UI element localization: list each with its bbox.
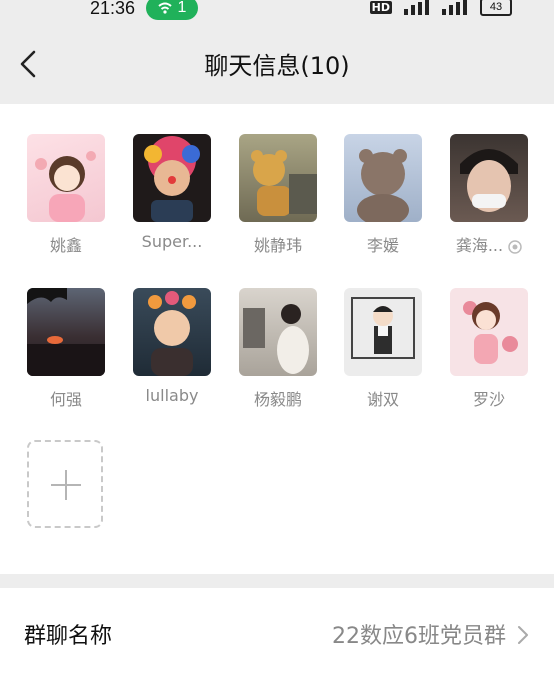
member-name: 何强	[49, 390, 82, 409]
members-grid: 姚鑫 Super... 姚静玮 李媛 龚海... 何强 lullaby 杨毅鹏 …	[0, 104, 554, 574]
section-divider	[0, 574, 554, 588]
header: 聊天信息(10)	[0, 22, 554, 104]
status-icons: HD 43	[369, 0, 512, 16]
battery-icon: 43	[480, 0, 512, 16]
muted-icon	[508, 239, 522, 254]
member-item[interactable]: lullaby	[127, 288, 217, 405]
flower-girl-avatar	[133, 288, 211, 376]
member-name: 姚静玮	[253, 236, 302, 255]
member-name: 龚海...	[444, 232, 534, 256]
cartoon-boy-avatar	[344, 288, 422, 376]
page-title: 聊天信息(10)	[204, 52, 350, 80]
add-member-button[interactable]	[27, 440, 103, 528]
hd-icon: HD	[369, 0, 392, 14]
cartoon-girl-pink-avatar	[450, 288, 528, 376]
group-name-value: 22数应6班党员群	[332, 624, 506, 649]
boy-photo-avatar	[450, 134, 528, 222]
status-time: 21:36	[90, 0, 136, 18]
girl-photo-avatar	[239, 288, 317, 376]
chevron-right-icon	[518, 626, 528, 644]
sunset-avatar	[27, 288, 105, 376]
status-bar: 21:36 1 HD 43	[0, 0, 554, 22]
member-item[interactable]: 杨毅鹏	[233, 288, 323, 410]
member-item[interactable]: 姚静玮	[233, 134, 323, 256]
cartoon-girl-avatar	[27, 134, 105, 222]
member-name: 姚鑫	[49, 236, 82, 255]
member-item[interactable]: 龚海...	[444, 134, 534, 256]
group-name-row[interactable]: 群聊名称 22数应6班党员群	[0, 588, 554, 676]
member-name: 李媛	[366, 236, 399, 255]
group-name-label: 群聊名称	[24, 624, 113, 649]
member-name: Super...	[141, 232, 203, 251]
member-item[interactable]: 姚鑫	[21, 134, 111, 256]
signal-icon-2	[442, 0, 467, 15]
wifi-icon	[157, 2, 172, 14]
member-name: 罗沙	[472, 390, 505, 409]
member-name: 谢双	[366, 390, 399, 409]
member-item[interactable]: 李媛	[338, 134, 428, 256]
member-item[interactable]: Super...	[127, 134, 217, 251]
clown-face-avatar	[133, 134, 211, 222]
member-name: lullaby	[145, 386, 199, 405]
member-name: 杨毅鹏	[253, 390, 302, 409]
teddy-bear-avatar	[344, 134, 422, 222]
hotspot-badge: 1	[146, 0, 198, 20]
signal-icon	[404, 0, 429, 15]
hotspot-count: 1	[177, 0, 187, 16]
member-item[interactable]: 罗沙	[444, 288, 534, 410]
winnie-bear-avatar	[239, 134, 317, 222]
member-item[interactable]: 谢双	[338, 288, 428, 410]
member-item[interactable]: 何强	[21, 288, 111, 410]
